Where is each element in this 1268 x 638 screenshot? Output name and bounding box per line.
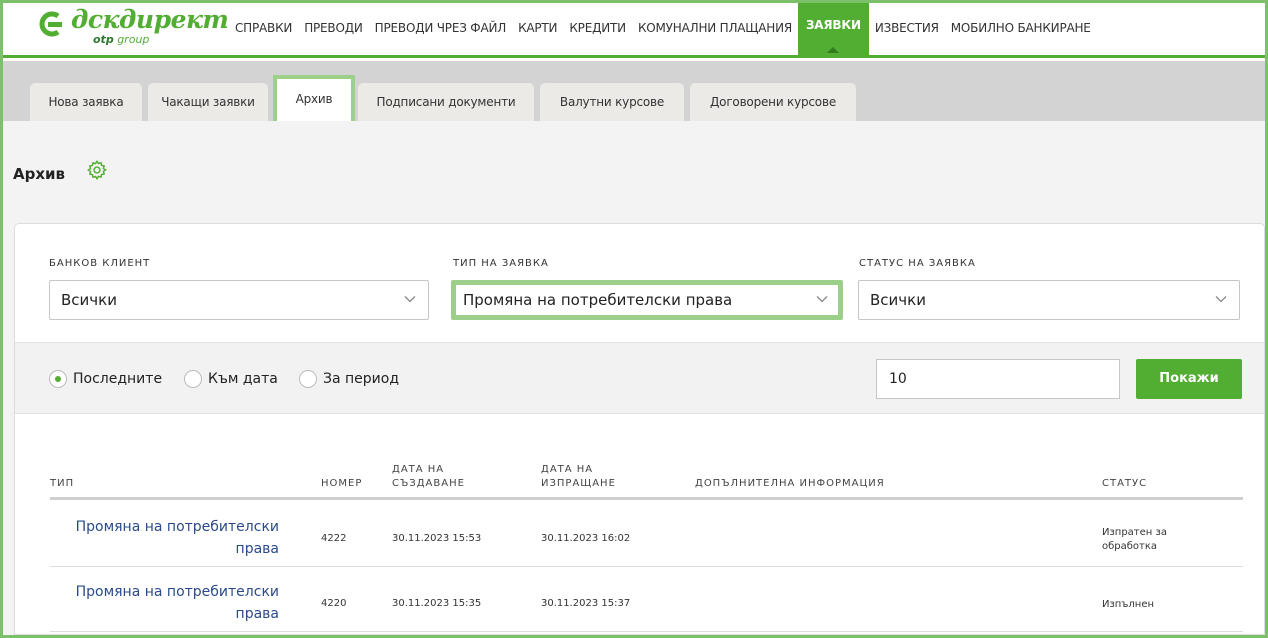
nav-item-izvestiya[interactable]: ИЗВЕСТИЯ [869, 3, 945, 55]
th-number: НОМЕР [321, 478, 363, 489]
status-label: СТАТУС НА ЗАЯВКА [859, 258, 976, 269]
table-row-sent: 30.11.2023 15:37 [541, 598, 631, 609]
table-row-created: 30.11.2023 15:53 [392, 533, 482, 544]
count-input[interactable]: 10 [876, 359, 1120, 399]
tab-archive[interactable]: Архив [273, 75, 355, 125]
client-select-value: Всички [61, 291, 117, 309]
status-select[interactable]: Всички [858, 280, 1240, 320]
chevron-down-icon [816, 296, 828, 303]
th-status: СТАТУС [1102, 478, 1148, 489]
brand-name: дскдирект [71, 5, 229, 34]
table-row-sent: 30.11.2023 16:02 [541, 533, 631, 544]
show-button[interactable]: Покажи [1136, 359, 1242, 399]
table-row-status: Изпълнен [1102, 599, 1155, 610]
table-row-type-link[interactable]: Промяна на потребителски права [49, 581, 279, 625]
page-title: Архив [13, 165, 66, 183]
gear-icon[interactable] [86, 159, 108, 181]
brand-logo[interactable]: дскдирект otp group [36, 5, 229, 49]
nav-items: СПРАВКИ ПРЕВОДИ ПРЕВОДИ ЧРЕЗ ФАЙЛ КАРТИ … [229, 3, 1097, 55]
table-row-number: 4220 [321, 598, 347, 609]
radio-period[interactable]: За период [299, 370, 399, 388]
logo-mark-icon [39, 11, 62, 37]
table-row-created: 30.11.2023 15:35 [392, 598, 482, 609]
radio-latest-circle[interactable] [49, 370, 67, 388]
th-type: ТИП [50, 478, 75, 489]
brand-sub: otp group [93, 33, 150, 46]
archive-card: БАНКОВ КЛИЕНТ Всички ТИП НА ЗАЯВКА Промя… [14, 223, 1265, 635]
tab-negotiated-rates[interactable]: Договорени курсове [690, 83, 856, 121]
th-sent: ДАТА НА ИЗПРАЩАНЕ [541, 464, 616, 489]
radio-period-circle[interactable] [299, 370, 317, 388]
radio-latest-label: Последните [73, 371, 163, 387]
nav-item-utilities[interactable]: КОМУНАЛНИ ПЛАЩАНИЯ [632, 3, 798, 55]
top-navigation: дскдирект otp group СПРАВКИ ПРЕВОДИ ПРЕВ… [3, 3, 1265, 58]
table-row-divider [50, 631, 1243, 632]
tab-signed-documents[interactable]: Подписани документи [358, 83, 534, 121]
page-content: Архив БАНКОВ КЛИЕНТ Всички ТИП НА ЗАЯВКА… [3, 121, 1265, 635]
nav-item-krediti[interactable]: КРЕДИТИ [563, 3, 632, 55]
radio-period-label: За период [323, 371, 400, 387]
tab-new-request[interactable]: Нова заявка [30, 83, 142, 121]
nav-item-spravki[interactable]: СПРАВКИ [229, 3, 298, 55]
table-row-status: Изпратен за обработка [1102, 527, 1167, 552]
nav-item-prevodi-file[interactable]: ПРЕВОДИ ЧРЕЗ ФАЙЛ [369, 3, 512, 55]
table-row-divider [50, 566, 1243, 567]
chevron-down-icon [404, 296, 416, 303]
type-select[interactable]: Промяна на потребителски права [451, 280, 843, 320]
table-row-type-link[interactable]: Промяна на потребителски права [49, 516, 279, 560]
nav-item-prevodi[interactable]: ПРЕВОДИ [298, 3, 368, 55]
nav-item-karti[interactable]: КАРТИ [512, 3, 563, 55]
tab-pending-requests[interactable]: Чакащи заявки [148, 83, 268, 121]
table-row-number: 4222 [321, 533, 347, 544]
th-created: ДАТА НА СЪЗДАВАНЕ [392, 464, 465, 489]
client-label: БАНКОВ КЛИЕНТ [49, 258, 151, 269]
radio-to-date[interactable]: Към дата [184, 370, 278, 388]
nav-item-mobile-banking[interactable]: МОБИЛНО БАНКИРАНЕ [945, 3, 1097, 55]
nav-item-zayavki[interactable]: ЗАЯВКИ [797, 3, 869, 55]
table-header-divider [50, 497, 1243, 500]
period-filter-bar: Последните Към дата За период 10 Покажи [15, 342, 1264, 414]
radio-to-date-circle[interactable] [184, 370, 202, 388]
tab-currency-rates[interactable]: Валутни курсове [540, 83, 684, 121]
status-select-value: Всички [870, 291, 926, 309]
th-info: ДОПЪЛНИТЕЛНА ИНФОРМАЦИЯ [695, 478, 885, 489]
radio-to-date-label: Към дата [208, 371, 278, 387]
client-select[interactable]: Всички [49, 280, 429, 320]
radio-latest[interactable]: Последните [49, 370, 162, 388]
tab-bar: Нова заявка Чакащи заявки Архив Подписан… [3, 61, 1265, 125]
type-label: ТИП НА ЗАЯВКА [453, 258, 549, 269]
chevron-down-icon [1215, 296, 1227, 303]
type-select-value: Промяна на потребителски права [463, 291, 733, 309]
